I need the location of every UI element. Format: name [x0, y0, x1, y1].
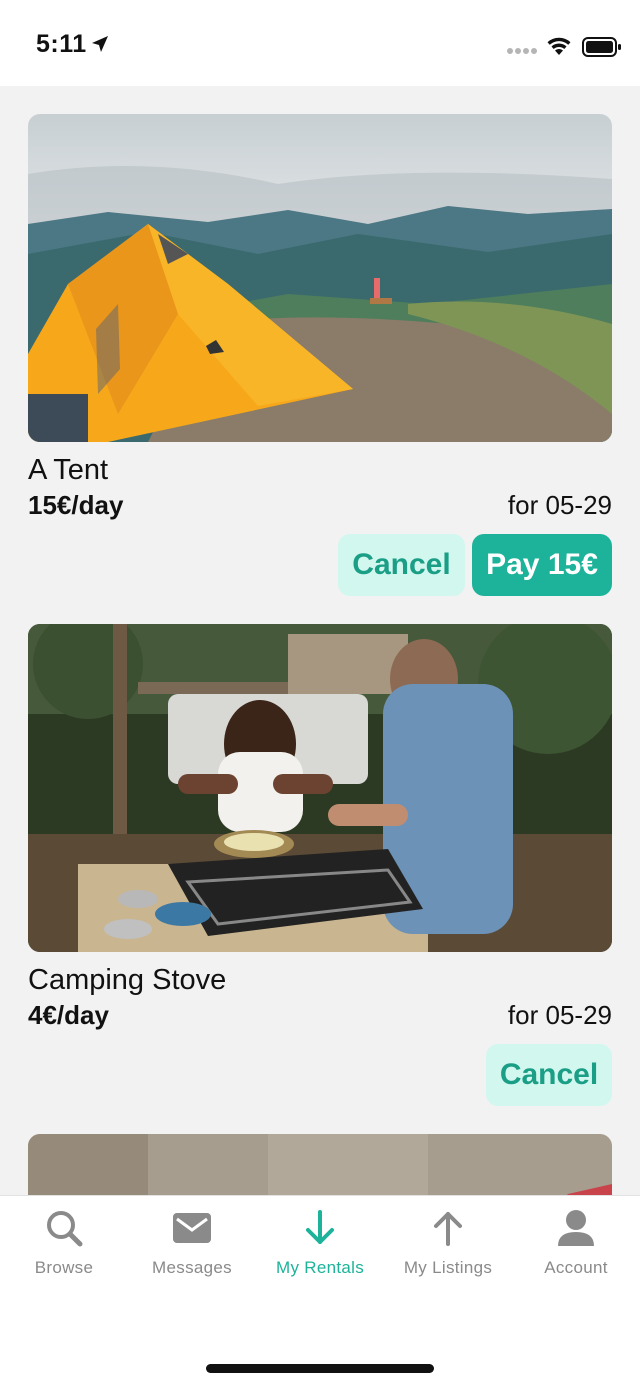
rental-card[interactable] — [28, 1134, 612, 1195]
status-time: 5:11 — [36, 30, 87, 58]
mail-icon — [173, 1213, 211, 1243]
camping-stove-photo[interactable] — [28, 624, 612, 952]
rental-price: 4€/day — [28, 1000, 109, 1030]
tab-my-rentals[interactable]: My Rentals — [256, 1196, 384, 1296]
rental-card[interactable]: A Tent 15€/day for 05-29 Cancel Pay 15€ — [28, 114, 612, 596]
tab-messages[interactable]: Messages — [128, 1196, 256, 1296]
tent-photo-graphic — [28, 114, 612, 442]
location-arrow-icon — [92, 36, 108, 52]
rental-price: 15€/day — [28, 490, 124, 520]
cancel-button[interactable]: Cancel — [338, 534, 465, 596]
battery-icon — [582, 37, 621, 57]
tab-browse[interactable]: Browse — [0, 1196, 128, 1296]
bottom-tab-bar: Browse Messages My Rentals My Listings A… — [0, 1195, 640, 1389]
tab-account[interactable]: Account — [512, 1196, 640, 1296]
cellular-signal-icon — [507, 48, 537, 54]
pay-button[interactable]: Pay 15€ — [472, 534, 612, 596]
arrow-up-icon — [434, 1212, 462, 1246]
search-icon — [47, 1211, 83, 1247]
tab-my-listings-label: My Listings — [403, 1258, 493, 1277]
rental-title: A Tent — [28, 454, 109, 486]
tent-photo[interactable] — [28, 114, 612, 442]
rental-photo[interactable] — [28, 1134, 612, 1195]
rental-date: for 05-29 — [507, 1000, 612, 1030]
arrow-down-icon — [306, 1210, 334, 1244]
home-indicator[interactable] — [206, 1364, 434, 1373]
wifi-icon — [547, 37, 571, 55]
person-icon — [558, 1210, 594, 1246]
rental-title: Camping Stove — [28, 964, 227, 996]
cancel-button[interactable]: Cancel — [486, 1044, 612, 1106]
status-bar: 5:11 — [0, 0, 640, 86]
rental-date: for 05-29 — [507, 490, 612, 520]
rentals-list[interactable]: A Tent 15€/day for 05-29 Cancel Pay 15€ — [0, 86, 640, 1195]
tab-messages-label: Messages — [152, 1258, 232, 1277]
rental-card[interactable]: Camping Stove 4€/day for 05-29 Cancel — [28, 624, 612, 1106]
camping-stove-photo-graphic — [28, 624, 612, 952]
rental-photo-graphic — [28, 1134, 612, 1195]
tab-my-listings[interactable]: My Listings — [384, 1196, 512, 1296]
tab-my-rentals-label: My Rentals — [275, 1258, 365, 1277]
tab-account-label: Account — [544, 1258, 608, 1277]
tab-browse-label: Browse — [34, 1258, 94, 1277]
